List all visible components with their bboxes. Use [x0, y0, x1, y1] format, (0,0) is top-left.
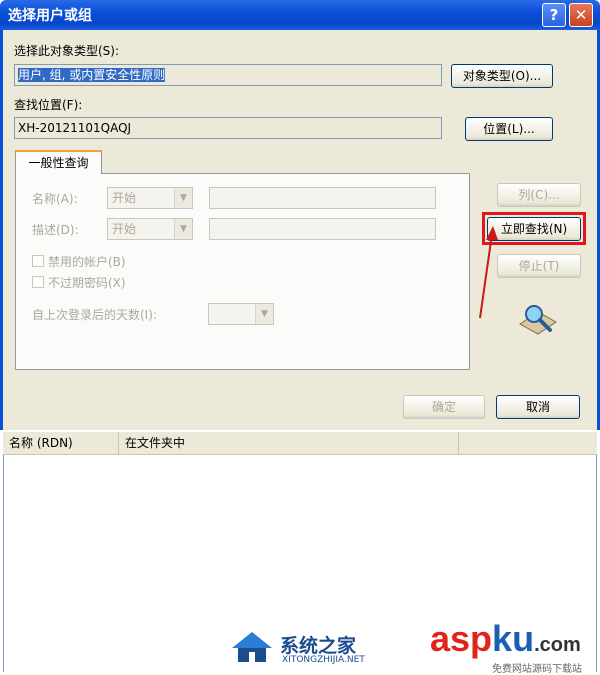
locations-button[interactable]: 位置(L)...	[465, 117, 553, 141]
watermark-en: XITONGZHIJIA.NET	[282, 655, 365, 665]
cancel-button[interactable]: 取消	[496, 395, 580, 419]
title-bar: 选择用户或组 ? ✕	[0, 0, 600, 30]
house-logo-icon	[232, 632, 272, 662]
object-type-value: 用户, 组, 或内置安全性原则	[18, 68, 166, 82]
name-mode-select[interactable]: 开始 ▼	[107, 187, 193, 209]
columns-button[interactable]: 列(C)...	[497, 183, 581, 207]
annotation-arrow	[479, 226, 498, 319]
disabled-accounts-label: 禁用的帐户(B)	[48, 255, 126, 269]
object-type-field: 用户, 组, 或内置安全性原则	[14, 64, 442, 86]
results-header: 名称 (RDN) 在文件夹中	[3, 432, 597, 455]
location-label: 查找位置(F):	[14, 98, 83, 112]
help-icon[interactable]: ?	[542, 3, 566, 27]
tab-common-queries[interactable]: 一般性查询	[15, 150, 102, 174]
search-icon	[519, 305, 557, 335]
chevron-down-icon: ▼	[174, 188, 192, 208]
watermark-xitongzhijia: 系统之家 XITONGZHIJIA.NET	[228, 628, 365, 668]
days-since-login-select[interactable]: ▼	[208, 303, 274, 325]
close-icon[interactable]: ✕	[569, 3, 593, 27]
chevron-down-icon: ▼	[255, 304, 273, 324]
watermark-cn: 系统之家	[280, 635, 357, 657]
object-type-label: 选择此对象类型(S):	[14, 44, 120, 58]
column-header-name[interactable]: 名称 (RDN)	[3, 432, 119, 454]
ok-button[interactable]: 确定	[403, 395, 485, 419]
watermark-aspku-logo: aspku.com	[430, 618, 581, 659]
window-title: 选择用户或组	[8, 8, 92, 24]
column-header-folder[interactable]: 在文件夹中	[119, 432, 459, 454]
description-label: 描述(D):	[32, 223, 79, 237]
non-expiring-label: 不过期密码(X)	[48, 276, 126, 290]
watermark-aspku-sub: 免费网站源码下载站	[492, 664, 582, 675]
name-label: 名称(A):	[32, 192, 78, 206]
non-expiring-checkbox[interactable]	[32, 276, 44, 288]
name-input[interactable]	[209, 187, 436, 209]
chevron-down-icon: ▼	[174, 219, 192, 239]
name-mode-value: 开始	[112, 191, 137, 205]
description-input[interactable]	[209, 218, 436, 240]
description-mode-select[interactable]: 开始 ▼	[107, 218, 193, 240]
disabled-accounts-checkbox[interactable]	[32, 255, 44, 267]
days-since-login-label: 自上次登录后的天数(I):	[32, 308, 157, 322]
object-types-button[interactable]: 对象类型(O)...	[451, 64, 553, 88]
description-mode-value: 开始	[112, 222, 137, 236]
location-field: XH-20121101QAQJ	[14, 117, 442, 139]
